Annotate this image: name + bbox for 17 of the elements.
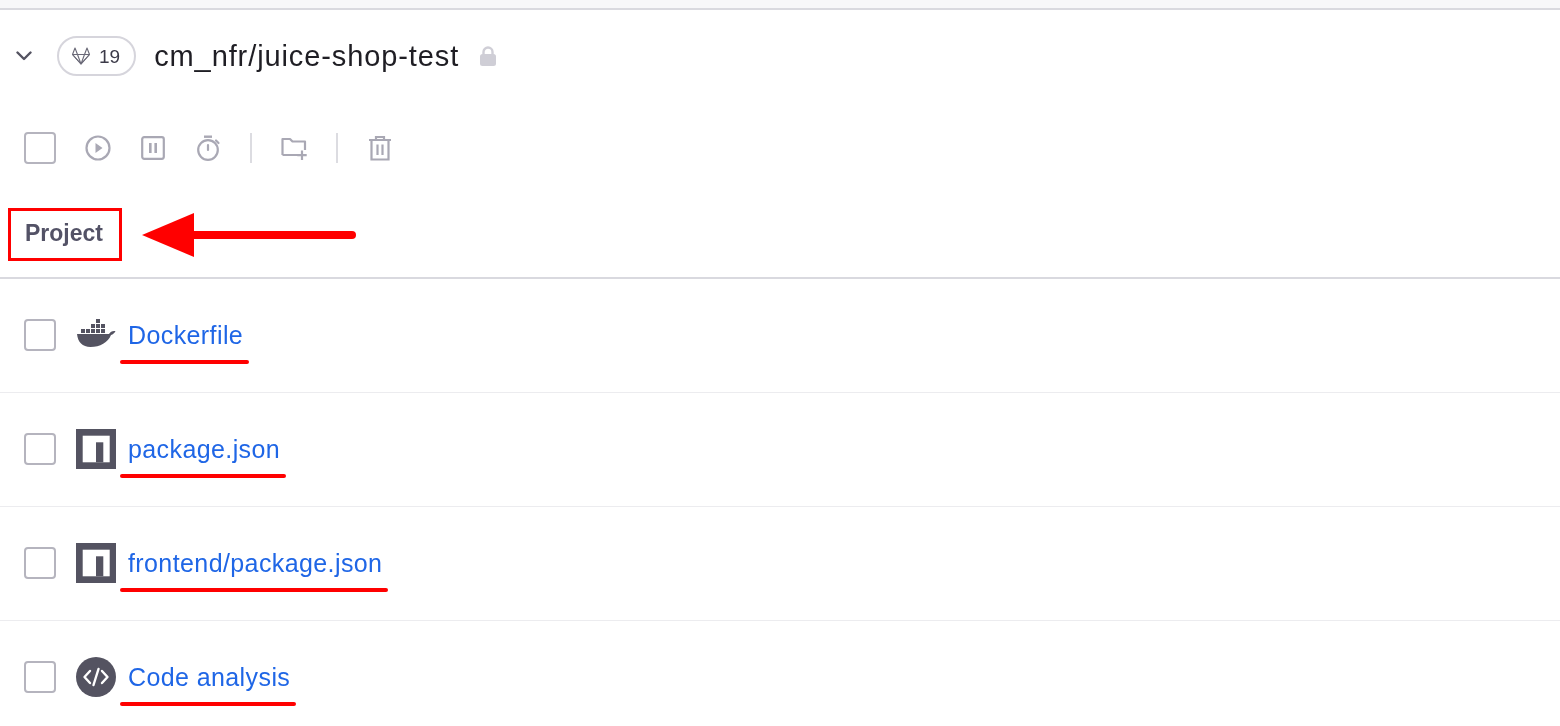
row-checkbox[interactable] xyxy=(24,661,56,693)
select-all-checkbox[interactable] xyxy=(24,132,56,164)
chevron-down-icon[interactable] xyxy=(16,51,32,61)
item-link[interactable]: Code analysis xyxy=(128,662,291,691)
project-title: cm_nfr/juice-shop-test xyxy=(154,38,460,74)
row-checkbox[interactable] xyxy=(24,319,56,351)
code-icon xyxy=(76,657,116,697)
item-link[interactable]: package.json xyxy=(128,434,281,463)
row-checkbox[interactable] xyxy=(24,433,56,465)
item-link[interactable]: frontend/package.json xyxy=(128,548,383,577)
n-square-icon xyxy=(76,543,116,583)
row-checkbox[interactable] xyxy=(24,547,56,579)
column-header: Project xyxy=(25,220,103,246)
count-label: 19 xyxy=(99,46,121,66)
fox-icon xyxy=(71,47,91,65)
item-link[interactable]: Dockerfile xyxy=(128,320,244,349)
n-square-icon xyxy=(76,429,116,469)
